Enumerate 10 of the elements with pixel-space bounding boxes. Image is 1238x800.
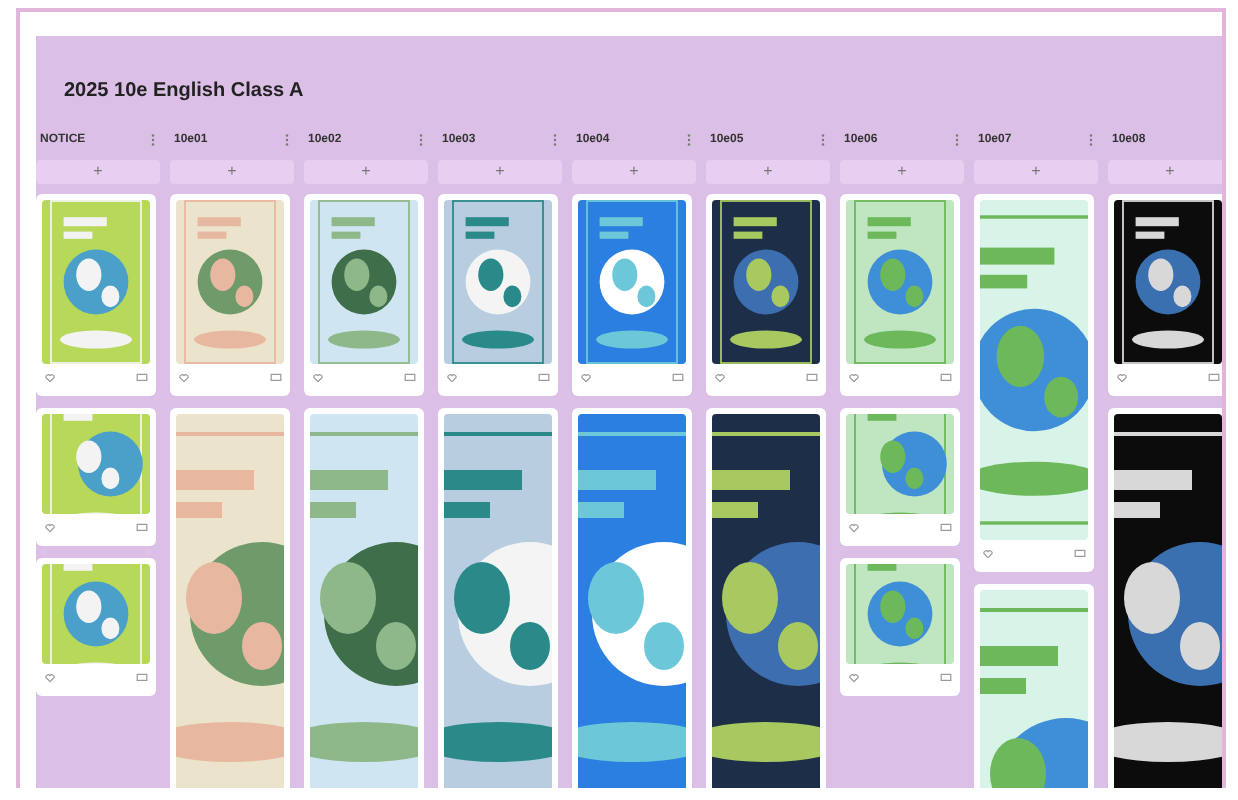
add-post-button[interactable]: + [438,160,562,184]
add-post-button[interactable]: + [304,160,428,184]
board-title: 2025 10e English Class A [64,80,306,102]
add-post-button[interactable]: + [706,160,830,184]
add-post-button[interactable]: + [572,160,696,184]
add-post-button[interactable]: + [170,160,294,184]
add-post-button[interactable]: + [36,160,160,184]
add-post-button[interactable]: + [1108,160,1222,184]
add-post-button[interactable]: + [974,160,1098,184]
add-post-button[interactable]: + [840,160,964,184]
